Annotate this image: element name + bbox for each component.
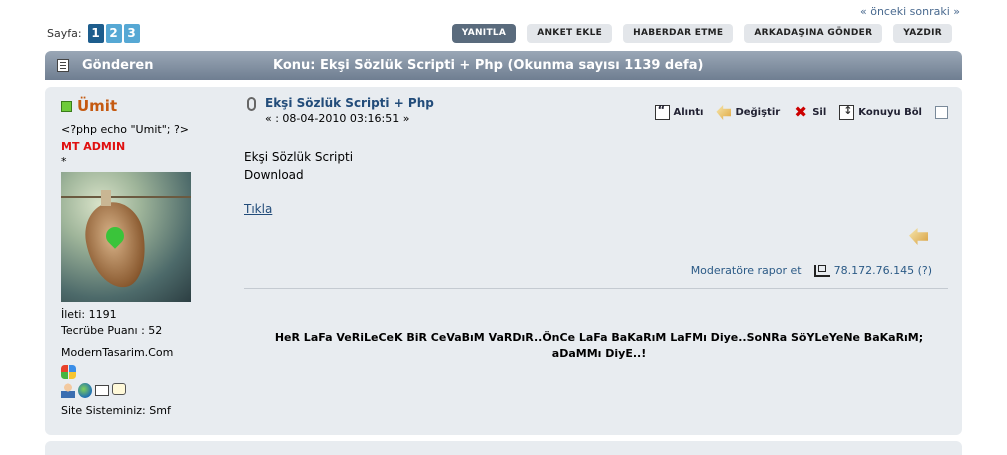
poster-ip[interactable]: 78.172.76.145 (?) <box>834 264 932 277</box>
personal-message-icon[interactable] <box>112 383 126 395</box>
pagination-label: Sayfa: <box>47 27 82 40</box>
post-container: Ümit <?php echo "Umit"; ?> MT ADMIN * İl… <box>45 87 962 435</box>
author-column-title: Gönderen <box>82 58 154 73</box>
next-post-container <box>45 441 962 455</box>
delete-label: Sil <box>812 107 827 118</box>
paperclip-icon <box>247 97 256 111</box>
post-date: « : 08-04-2010 03:16:51 » <box>265 112 410 125</box>
report-row: Moderatöre rapor et 78.172.76.145 (?) <box>691 264 932 277</box>
signature-divider <box>244 288 948 289</box>
quote-button[interactable]: Alıntı <box>654 103 704 120</box>
send-to-friend-button[interactable]: ARKADAŞINA GÖNDER <box>744 24 883 43</box>
topic-toolbar: YANITLA ANKET EKLE HABERDAR ETME ARKADAŞ… <box>451 24 952 43</box>
delete-icon: ✖ <box>794 103 807 121</box>
quote-label: Alıntı <box>673 107 704 118</box>
online-status-icon <box>61 100 72 112</box>
prev-next-links[interactable]: « önceki sonraki » <box>860 5 960 18</box>
page-2-link[interactable]: 2 <box>105 24 122 43</box>
post-body: Ekşi Sözlük Scripti Download Tıkla <box>244 148 353 218</box>
poster-post-count: İleti: 1191 <box>61 308 117 321</box>
msn-icon[interactable] <box>61 365 76 379</box>
poster-contact-icons <box>61 383 221 398</box>
print-button[interactable]: YAZDIR <box>893 24 952 43</box>
split-topic-button[interactable]: Konuyu Böl <box>839 104 922 120</box>
ip-icon <box>813 264 830 277</box>
topic-header-bar: Gönderen Konu: Ekşi Sözlük Scripti + Php… <box>45 51 962 80</box>
modify-button[interactable]: Değiştir <box>716 105 780 120</box>
modify-icon <box>716 105 732 120</box>
post-subject[interactable]: Ekşi Sözlük Scripti + Php <box>265 96 434 110</box>
poster-stars: * <box>61 155 67 168</box>
post-actions: Alıntı Değiştir ✖ Sil Konuyu Böl <box>642 103 948 120</box>
modify-label: Değiştir <box>735 107 781 118</box>
signature: HeR LaFa VeRiLeCeK BiR CeVaBıM VaRDıR..Ö… <box>274 331 924 360</box>
poster-info: Ümit <?php echo "Umit"; ?> MT ADMIN * İl… <box>61 97 221 417</box>
prev-next-text[interactable]: « önceki sonraki » <box>860 5 960 18</box>
post-body-line-2: Download <box>244 168 304 182</box>
poster-karma: Tecrübe Puanı : 52 <box>61 324 163 337</box>
post-body-link[interactable]: Tıkla <box>244 200 353 218</box>
topic-title: Konu: Ekşi Sözlük Scripti + Php (Okunma … <box>273 58 704 73</box>
page-3-link[interactable]: 3 <box>123 24 140 43</box>
quote-icon <box>654 103 670 120</box>
notify-button[interactable]: HABERDAR ETME <box>623 24 734 43</box>
avatar <box>61 172 191 302</box>
reply-button[interactable]: YANITLA <box>451 24 517 43</box>
post-body-line-1: Ekşi Sözlük Scripti <box>244 150 354 164</box>
poster-site-system: Site Sisteminiz: Smf <box>61 404 171 417</box>
website-globe-icon[interactable] <box>78 383 92 398</box>
split-icon <box>839 104 855 120</box>
profile-icon[interactable] <box>61 383 75 398</box>
poster-custom-title: <?php echo "Umit"; ?> <box>61 123 190 136</box>
email-icon[interactable] <box>95 385 109 396</box>
page-1-link[interactable]: 1 <box>87 24 104 43</box>
report-to-moderator-link[interactable]: Moderatöre rapor et <box>691 264 802 277</box>
delete-button[interactable]: ✖ Sil <box>793 105 826 120</box>
poster-website[interactable]: ModernTasarim.Com <box>61 346 221 359</box>
quick-modify-icon[interactable] <box>909 228 928 245</box>
split-label: Konuyu Böl <box>858 107 922 118</box>
topic-document-icon <box>57 59 69 72</box>
select-post-checkbox[interactable] <box>935 106 948 119</box>
poster-name[interactable]: Ümit <box>77 97 117 115</box>
poster-rank: MT ADMIN <box>61 140 126 153</box>
pagination: Sayfa: 1 2 3 <box>47 24 142 43</box>
add-poll-button[interactable]: ANKET EKLE <box>527 24 613 43</box>
